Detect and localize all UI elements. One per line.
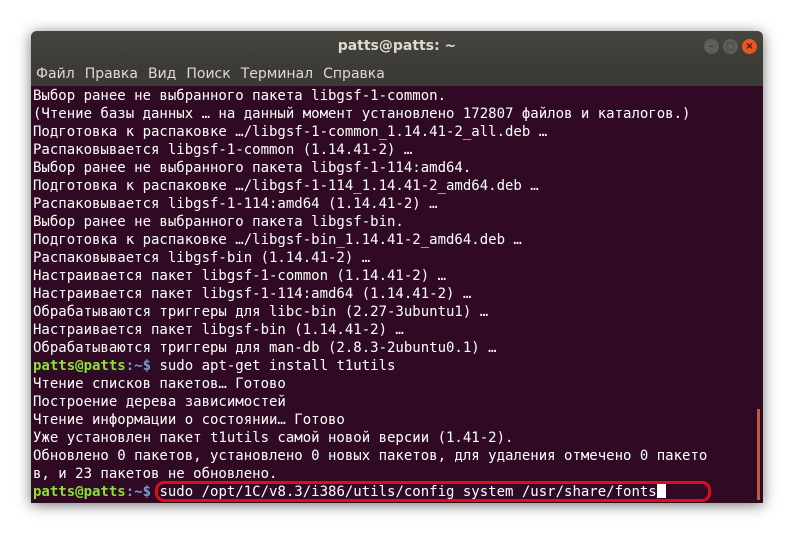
output-line: Выбор ранее не выбранного пакета libgsf-… xyxy=(33,88,447,104)
menu-help[interactable]: Справка xyxy=(318,66,390,82)
menu-file[interactable]: Файл xyxy=(31,66,80,82)
output-line: Обрабатываются триггеры для libc-bin (2.… xyxy=(33,304,489,320)
maximize-button[interactable]: □ xyxy=(723,39,738,54)
window-title: patts@patts: ~ xyxy=(337,38,457,54)
output-line: Распаковывается libgsf-bin (1.14.41-2) … xyxy=(33,250,371,266)
output-line: Распаковывается libgsf-1-common (1.14.41… xyxy=(33,142,413,158)
menu-bar: Файл Правка Вид Поиск Терминал Справка xyxy=(31,62,763,86)
title-bar[interactable]: patts@patts: ~ – □ × xyxy=(31,31,763,62)
command-text: sudo apt-get install t1utils xyxy=(151,358,396,374)
menu-terminal[interactable]: Терминал xyxy=(236,66,318,82)
prompt-path: :~$ xyxy=(125,484,152,500)
output-line: Чтение информации о состоянии… Готово xyxy=(33,412,345,428)
prompt-path: :~$ xyxy=(125,358,152,374)
terminal-output[interactable]: Выбор ранее не выбранного пакета libgsf-… xyxy=(31,87,763,503)
prompt-user: patts@patts xyxy=(33,484,126,500)
output-line: Настраивается пакет libgsf-1-common (1.1… xyxy=(33,268,447,284)
command-input[interactable]: sudo /opt/1C/v8.3/i386/utils/config_syst… xyxy=(151,484,656,500)
prompt-line: patts@patts:~$ sudo apt-get install t1ut… xyxy=(33,357,395,375)
output-line: Обрабатываются триггеры для man-db (2.8.… xyxy=(33,340,497,356)
prompt-user: patts@patts xyxy=(33,358,126,374)
output-line: Распаковывается libgsf-1-114:amd64 (1.14… xyxy=(33,196,438,212)
output-line: Обновлено 0 пакетов, установлено 0 новых… xyxy=(33,448,708,464)
output-line: Настраивается пакет libgsf-bin (1.14.41-… xyxy=(33,322,404,338)
output-line: Настраивается пакет libgsf-1-114:amd64 (… xyxy=(33,286,472,302)
menu-edit[interactable]: Правка xyxy=(80,66,143,82)
output-line: Подготовка к распаковке …/libgsf-bin_1.1… xyxy=(33,232,522,248)
output-line: Подготовка к распаковке …/libgsf-1-114_1… xyxy=(33,178,539,194)
output-line: Чтение списков пакетов… Готово xyxy=(33,376,286,392)
scrollbar[interactable] xyxy=(757,409,760,500)
output-line: Подготовка к распаковке …/libgsf-1-commo… xyxy=(33,124,548,140)
window-controls: – □ × xyxy=(704,39,757,54)
close-button[interactable]: × xyxy=(742,39,757,54)
menu-search[interactable]: Поиск xyxy=(181,66,235,82)
active-prompt-line[interactable]: patts@patts:~$ sudo /opt/1C/v8.3/i386/ut… xyxy=(33,483,666,501)
terminal-window: patts@patts: ~ – □ × Файл Правка Вид Пои… xyxy=(31,31,763,503)
menu-view[interactable]: Вид xyxy=(143,66,181,82)
text-cursor xyxy=(656,483,666,498)
minimize-button[interactable]: – xyxy=(704,39,719,54)
output-line: Выбор ранее не выбранного пакета libgsf-… xyxy=(33,214,404,230)
output-line: (Чтение базы данных … на данный момент у… xyxy=(33,106,691,122)
output-line: Выбор ранее не выбранного пакета libgsf-… xyxy=(33,160,472,176)
output-line: Построение дерева зависимостей xyxy=(33,394,286,410)
output-line: в, и 23 пакетов не обновлено. xyxy=(33,466,278,482)
output-line: Уже установлен пакет t1utils самой новой… xyxy=(33,430,514,446)
